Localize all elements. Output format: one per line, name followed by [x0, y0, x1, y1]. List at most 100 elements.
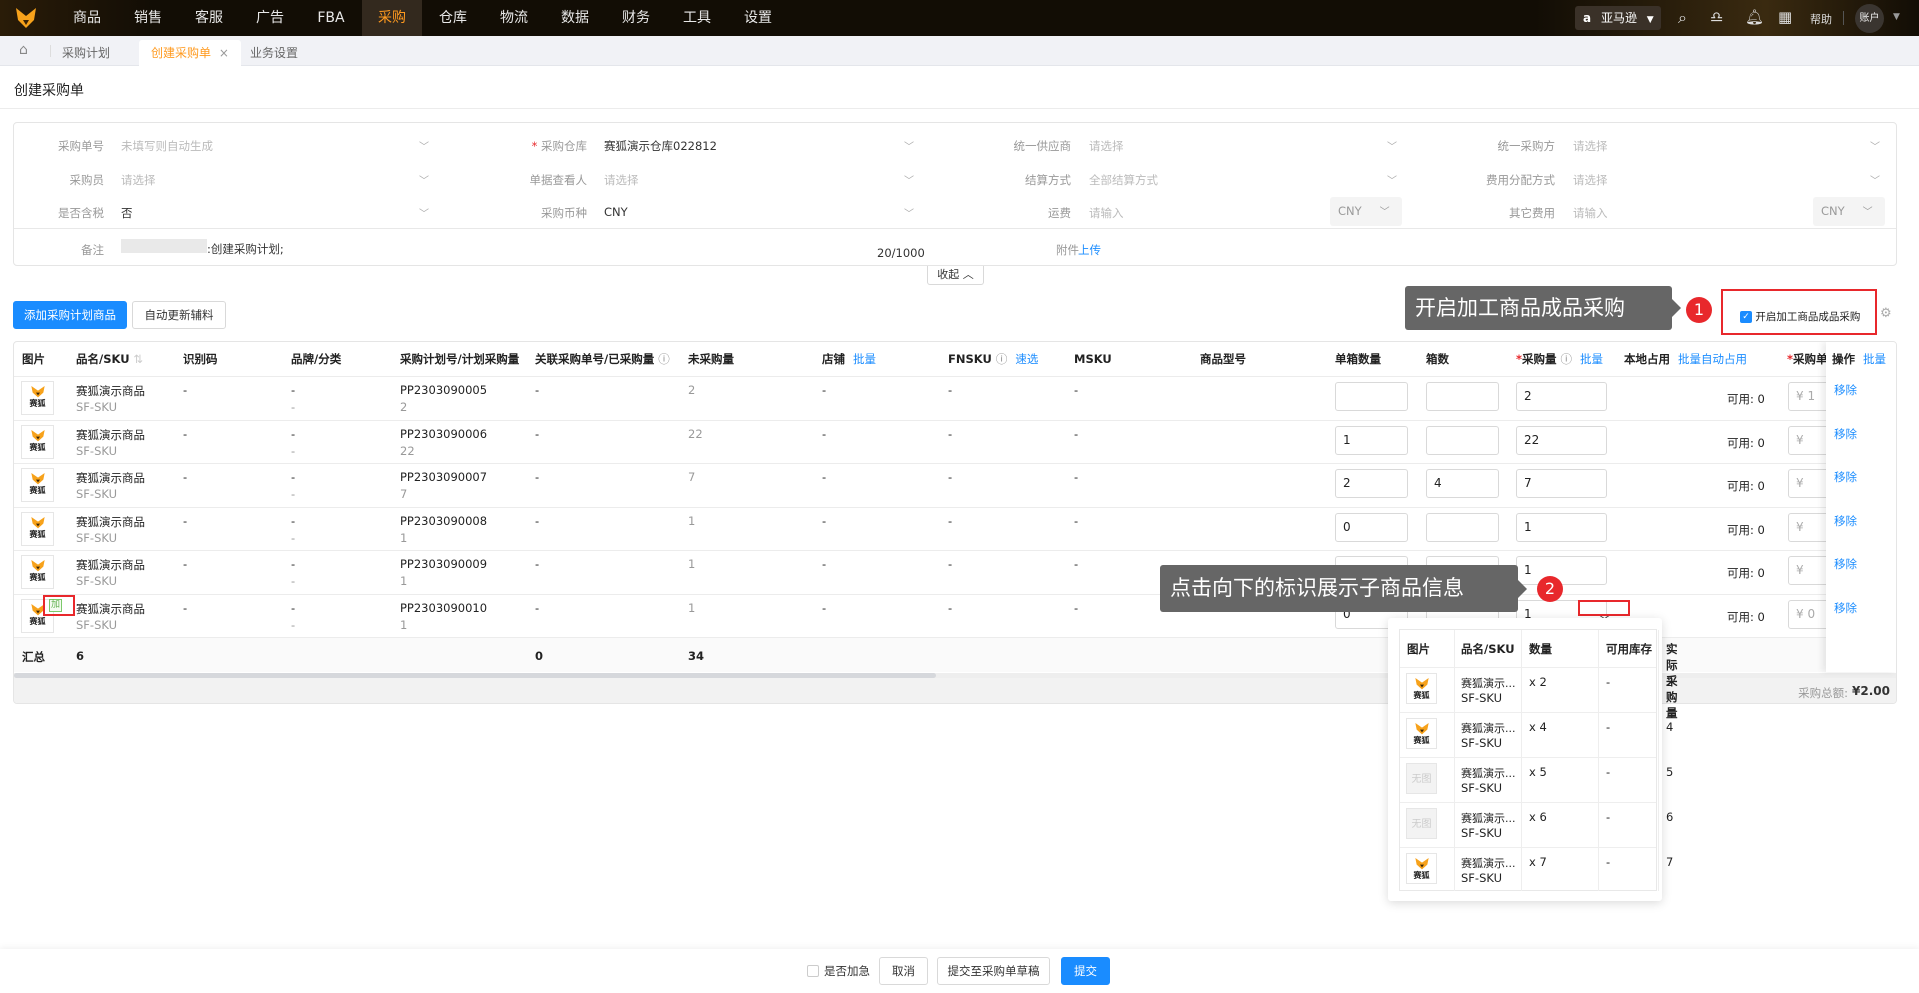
header-link[interactable]: 批量自动占用 — [1678, 352, 1747, 366]
purchase-qty-input[interactable]: 22 — [1516, 425, 1607, 455]
per-box-qty-input[interactable] — [1335, 382, 1408, 411]
close-icon[interactable]: × — [219, 46, 229, 60]
chevron-down-icon[interactable]: ﹀ — [1387, 138, 1397, 153]
header-text: 单箱数量 — [1335, 352, 1381, 366]
nav-item[interactable]: 客服 — [179, 0, 239, 36]
box-count-input[interactable] — [1426, 425, 1499, 455]
chevron-down-icon[interactable]: ﹀ — [1870, 138, 1880, 153]
chevron-down-icon[interactable]: ﹀ — [904, 205, 914, 220]
remove-link[interactable]: 移除 — [1834, 600, 1857, 616]
help-icon[interactable]: ⓘ — [1561, 352, 1573, 366]
tab-purchase-plan[interactable]: 采购计划 — [62, 40, 110, 66]
sort-icon[interactable]: ⇅ — [134, 352, 144, 366]
chevron-down-icon[interactable]: ﹀ — [904, 138, 914, 153]
box-count-input[interactable] — [1426, 382, 1499, 411]
urgent-checkbox[interactable] — [807, 965, 819, 977]
field-value[interactable]: 赛狐演示仓库022812 — [604, 138, 717, 154]
box-count-input[interactable]: 4 — [1426, 469, 1499, 498]
header-link[interactable]: 批量 — [1580, 352, 1603, 366]
local-available: 可用: 0 — [1727, 522, 1765, 537]
collapse-button[interactable]: 收起 ︿ — [927, 266, 984, 285]
add-plan-product-button[interactable]: 添加采购计划商品 — [13, 301, 127, 329]
plan-number[interactable]: PP2303090010 — [400, 601, 487, 615]
nav-item[interactable]: 数据 — [545, 0, 605, 36]
field-value[interactable]: 请输入 — [1089, 205, 1124, 221]
field-value[interactable]: 请选择 — [1573, 138, 1608, 154]
field-value[interactable]: 请选择 — [121, 172, 156, 188]
remove-link[interactable]: 移除 — [1834, 426, 1857, 442]
help-link[interactable]: 帮助 — [1810, 11, 1832, 27]
plan-number[interactable]: PP2303090009 — [400, 557, 487, 571]
nav-item[interactable]: 财务 — [606, 0, 666, 36]
submit-button[interactable]: 提交 — [1061, 957, 1110, 985]
upload-link[interactable]: 上传 — [1078, 242, 1101, 258]
plan-number[interactable]: PP2303090005 — [400, 383, 487, 397]
nav-item[interactable]: 广告 — [240, 0, 300, 36]
marketplace-selector[interactable]: a 亚马逊 ▼ — [1575, 6, 1661, 30]
plan-number[interactable]: PP2303090007 — [400, 470, 487, 484]
highlight-box — [43, 595, 75, 616]
apps-grid-icon[interactable]: ▦ — [1778, 8, 1792, 26]
remove-link[interactable]: 移除 — [1834, 469, 1857, 485]
auto-update-materials-button[interactable]: 自动更新辅料 — [132, 301, 226, 329]
nav-item[interactable]: FBA — [301, 0, 361, 36]
field-value[interactable]: 请选择 — [1089, 138, 1124, 154]
remove-link[interactable]: 移除 — [1834, 382, 1857, 398]
header-link[interactable]: 速选 — [1015, 352, 1038, 366]
remark-textarea[interactable]: :创建采购计划; 20/1000 — [121, 236, 931, 260]
purchase-qty-input[interactable]: 1 — [1516, 556, 1607, 585]
chevron-down-icon[interactable]: ﹀ — [904, 172, 914, 187]
field-value[interactable]: CNY — [604, 205, 628, 219]
plan-number[interactable]: PP2303090006 — [400, 427, 487, 441]
nav-item[interactable]: 仓库 — [423, 0, 483, 36]
chevron-down-icon[interactable]: ﹀ — [419, 138, 429, 153]
tab-create-purchase-order[interactable]: 创建采购单 × — [139, 40, 241, 66]
home-icon[interactable]: ⌂ — [19, 42, 28, 58]
product-name: 赛狐演示商品 — [76, 601, 145, 616]
chevron-down-icon[interactable]: ﹀ — [1387, 172, 1397, 187]
field-value[interactable]: 否 — [121, 205, 133, 221]
submit-draft-button[interactable]: 提交至采购单草稿 — [937, 957, 1050, 985]
help-icon[interactable]: ⓘ — [658, 352, 670, 366]
chevron-down-icon[interactable]: ﹀ — [1870, 172, 1880, 187]
box-count-input[interactable] — [1426, 512, 1499, 542]
nav-item[interactable]: 采购 — [362, 0, 422, 36]
nav-item[interactable]: 物流 — [484, 0, 544, 36]
settings-icon[interactable]: ⚙ — [1880, 306, 1892, 321]
currency-select[interactable]: CNY ﹀ — [1813, 197, 1885, 226]
plan-number[interactable]: PP2303090008 — [400, 514, 487, 528]
field-value[interactable]: 全部结算方式 — [1089, 172, 1158, 188]
field-value[interactable]: 请选择 — [1573, 172, 1608, 188]
header-link[interactable]: 批量 — [853, 352, 876, 366]
search-icon[interactable]: ⌕ — [1678, 8, 1687, 28]
field-value[interactable]: 请输入 — [1573, 205, 1608, 221]
currency-select[interactable]: CNY ﹀ — [1330, 197, 1402, 226]
field-value[interactable]: 未填写则自动生成 — [121, 138, 213, 154]
chevron-down-icon[interactable]: ﹀ — [419, 205, 429, 220]
headset-icon[interactable]: ♎ — [1710, 8, 1723, 26]
field-value[interactable]: 请选择 — [604, 172, 639, 188]
processing-checkbox[interactable]: ✓ 开启加工商品成品采购 — [1740, 309, 1860, 324]
bell-icon[interactable]: 🔔︎ — [1745, 8, 1764, 26]
caret-down-icon[interactable]: ▼ — [1893, 12, 1900, 22]
per-box-qty-input[interactable]: 1 — [1335, 425, 1408, 455]
account-avatar[interactable]: 账户 — [1855, 4, 1884, 33]
nav-item[interactable]: 商品 — [57, 0, 117, 36]
chevron-down-icon[interactable]: ﹀ — [419, 172, 429, 187]
remove-link[interactable]: 移除 — [1834, 513, 1857, 529]
cancel-button[interactable]: 取消 — [879, 957, 928, 985]
help-icon[interactable]: ⓘ — [996, 352, 1008, 366]
logo-icon[interactable] — [14, 6, 38, 33]
nav-item[interactable]: 销售 — [118, 0, 178, 36]
remove-link[interactable]: 移除 — [1834, 556, 1857, 572]
purchase-qty-input[interactable]: 7 — [1516, 469, 1607, 498]
checkbox-checked-icon[interactable]: ✓ — [1740, 311, 1752, 323]
purchase-qty-input[interactable]: 2 — [1516, 382, 1607, 411]
per-box-qty-input[interactable]: 0 — [1335, 512, 1408, 542]
purchase-qty-input[interactable]: 1 — [1516, 512, 1607, 542]
nav-item[interactable]: 工具 — [667, 0, 727, 36]
tab-business-settings[interactable]: 业务设置 — [250, 40, 298, 66]
per-box-qty-input[interactable]: 2 — [1335, 469, 1408, 498]
header-link[interactable]: 批量 — [1863, 352, 1886, 366]
nav-item[interactable]: 设置 — [728, 0, 788, 36]
